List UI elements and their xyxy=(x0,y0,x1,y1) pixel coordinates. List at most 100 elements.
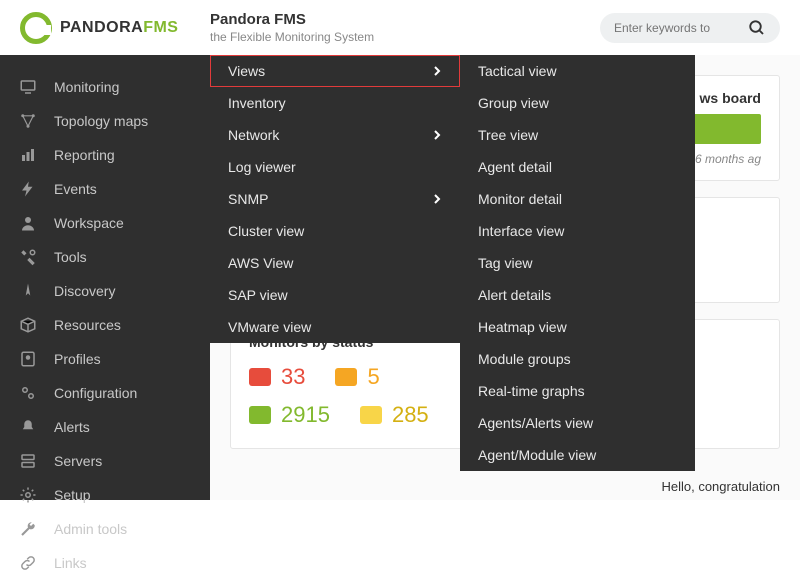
sidebar-item-label: Topology maps xyxy=(54,113,148,129)
submenu-views: Tactical view Group view Tree view Agent de… xyxy=(460,55,695,471)
menu-item-label: Inventory xyxy=(228,95,286,111)
chevron-right-icon xyxy=(432,194,442,204)
menu-item-group-view[interactable]: Group view xyxy=(460,87,695,119)
menu-item-agent-detail[interactable]: Agent detail xyxy=(460,151,695,183)
sidebar-item-label: Reporting xyxy=(54,147,115,163)
sidebar-item-configuration[interactable]: Configuration xyxy=(0,376,210,410)
sidebar-item-servers[interactable]: Servers xyxy=(0,444,210,478)
menu-item-label: Real-time graphs xyxy=(478,383,585,399)
menu-item-inventory[interactable]: Inventory xyxy=(210,87,460,119)
sidebar-item-reporting[interactable]: Reporting xyxy=(0,138,210,172)
menu-item-label: SNMP xyxy=(228,191,268,207)
menu-item-agents-alerts-view[interactable]: Agents/Alerts view xyxy=(460,407,695,439)
menu-item-aws-view[interactable]: AWS View xyxy=(210,247,460,279)
menu-item-log-viewer[interactable]: Log viewer xyxy=(210,151,460,183)
sidebar-item-monitoring[interactable]: Monitoring xyxy=(0,70,210,104)
menu-item-label: Module groups xyxy=(478,351,571,367)
monitor-unknown: 285 xyxy=(360,402,429,428)
menu-item-tag-view[interactable]: Tag view xyxy=(460,247,695,279)
menu-item-views[interactable]: Views xyxy=(210,55,460,87)
sidebar-item-label: Alerts xyxy=(54,419,90,435)
menu-item-tactical-view[interactable]: Tactical view xyxy=(460,55,695,87)
search-box[interactable] xyxy=(600,13,780,43)
sidebar-item-profiles[interactable]: Profiles xyxy=(0,342,210,376)
topology-icon xyxy=(18,111,38,131)
menu-item-label: Network xyxy=(228,127,279,143)
logo[interactable]: PANDORAFMS xyxy=(20,12,210,44)
status-badge-yellow xyxy=(360,406,382,424)
menu-item-label: Interface view xyxy=(478,223,564,239)
menu-item-label: Tree view xyxy=(478,127,538,143)
wrench-icon xyxy=(18,519,38,539)
bolt-icon xyxy=(18,179,38,199)
header: PANDORAFMS Pandora FMS the Flexible Moni… xyxy=(0,0,800,55)
menu-item-snmp[interactable]: SNMP xyxy=(210,183,460,215)
submenu-monitoring: Views Inventory Network Log viewer SNMP Clust… xyxy=(210,55,460,343)
menu-item-interface-view[interactable]: Interface view xyxy=(460,215,695,247)
menu-item-label: Views xyxy=(228,63,265,79)
sidebar-item-label: Admin tools xyxy=(54,521,127,537)
menu-item-label: VMware view xyxy=(228,319,311,335)
menu-item-label: AWS View xyxy=(228,255,293,271)
title-block: Pandora FMS the Flexible Monitoring Syst… xyxy=(210,11,600,44)
logo-text: PANDORAFMS xyxy=(60,19,178,37)
menu-item-label: Cluster view xyxy=(228,223,304,239)
sidebar-item-label: Servers xyxy=(54,453,102,469)
sidebar-item-label: Monitoring xyxy=(54,79,119,95)
menu-item-label: Agent/Module view xyxy=(478,447,596,463)
status-badge-green xyxy=(249,406,271,424)
menu-item-network[interactable]: Network xyxy=(210,119,460,151)
status-badge-red xyxy=(249,368,271,386)
bell-icon xyxy=(18,417,38,437)
menu-item-alert-details[interactable]: Alert details xyxy=(460,279,695,311)
sidebar-item-setup[interactable]: Setup xyxy=(0,478,210,512)
menu-item-monitor-detail[interactable]: Monitor detail xyxy=(460,183,695,215)
menu-item-real-time-graphs[interactable]: Real-time graphs xyxy=(460,375,695,407)
chevron-right-icon xyxy=(432,130,442,140)
sidebar-item-links[interactable]: Links xyxy=(0,546,210,580)
sidebar-item-label: Tools xyxy=(54,249,87,265)
menu-item-agent-module-view[interactable]: Agent/Module view xyxy=(460,439,695,471)
link-icon xyxy=(18,553,38,573)
status-badge-orange xyxy=(335,368,357,386)
menu-item-heatmap-view[interactable]: Heatmap view xyxy=(460,311,695,343)
page-title: Pandora FMS xyxy=(210,11,600,28)
menu-item-label: Group view xyxy=(478,95,549,111)
chevron-right-icon xyxy=(432,66,442,76)
search-icon xyxy=(748,19,766,37)
sidebar-item-label: Links xyxy=(54,555,87,571)
sidebar-item-admin-tools[interactable]: Admin tools xyxy=(0,512,210,546)
sidebar-item-label: Discovery xyxy=(54,283,115,299)
sidebar-item-label: Setup xyxy=(54,487,91,503)
menu-item-label: Agents/Alerts view xyxy=(478,415,593,431)
sidebar-item-tools[interactable]: Tools xyxy=(0,240,210,274)
gears-icon xyxy=(18,383,38,403)
sidebar-item-resources[interactable]: Resources xyxy=(0,308,210,342)
menu-item-module-groups[interactable]: Module groups xyxy=(460,343,695,375)
sidebar-item-label: Profiles xyxy=(54,351,101,367)
cog-icon xyxy=(18,485,38,505)
menu-item-label: Tactical view xyxy=(478,63,557,79)
compass-icon xyxy=(18,281,38,301)
sidebar-item-label: Resources xyxy=(54,317,121,333)
search-input[interactable] xyxy=(614,21,742,35)
menu-item-cluster-view[interactable]: Cluster view xyxy=(210,215,460,247)
sidebar-item-discovery[interactable]: Discovery xyxy=(0,274,210,308)
menu-item-tree-view[interactable]: Tree view xyxy=(460,119,695,151)
profile-icon xyxy=(18,349,38,369)
sidebar-item-alerts[interactable]: Alerts xyxy=(0,410,210,444)
sidebar-item-label: Events xyxy=(54,181,97,197)
chart-icon xyxy=(18,145,38,165)
sidebar-item-workspace[interactable]: Workspace xyxy=(0,206,210,240)
menu-item-label: SAP view xyxy=(228,287,288,303)
sidebar-item-topology-maps[interactable]: Topology maps xyxy=(0,104,210,138)
menu-item-label: Heatmap view xyxy=(478,319,567,335)
menu-item-label: Agent detail xyxy=(478,159,552,175)
sidebar-item-label: Configuration xyxy=(54,385,137,401)
box-icon xyxy=(18,315,38,335)
sidebar-item-events[interactable]: Events xyxy=(0,172,210,206)
menu-item-vmware-view[interactable]: VMware view xyxy=(210,311,460,343)
monitor-warning: 5 xyxy=(335,364,379,390)
page-subtitle: the Flexible Monitoring System xyxy=(210,30,600,44)
menu-item-sap-view[interactable]: SAP view xyxy=(210,279,460,311)
